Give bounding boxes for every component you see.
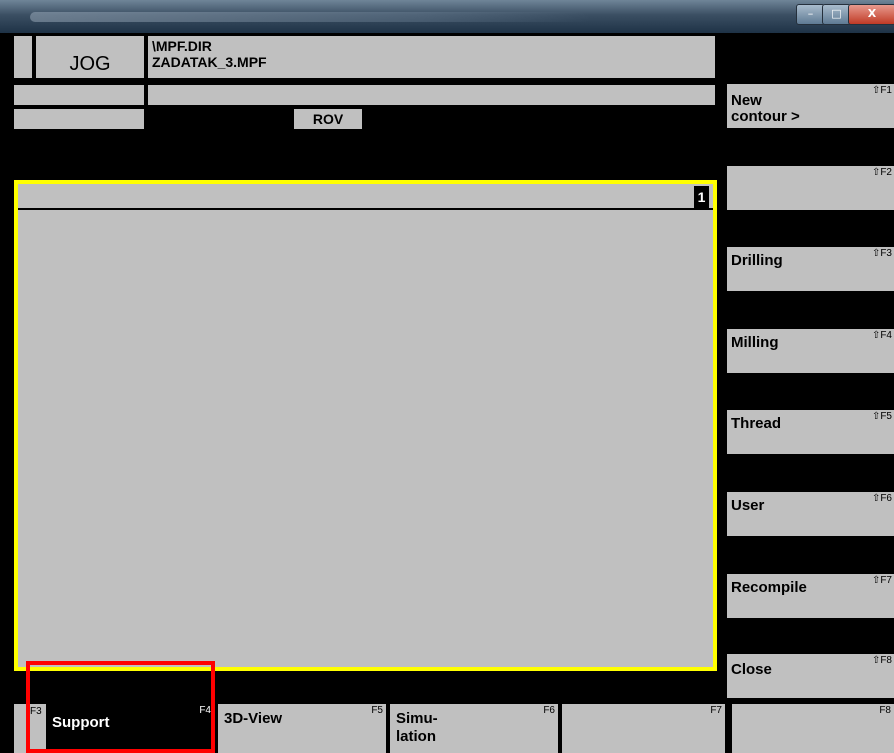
- softkey-f1-label: ⇧F1: [871, 85, 892, 96]
- program-name: ZADATAK_3.MPF: [152, 54, 267, 70]
- softkey-new-contour-line2: contour >: [731, 108, 800, 125]
- mode-display: JOG: [36, 36, 144, 78]
- bottom-softkey-f6-label: F6: [543, 705, 555, 716]
- softkey-f4-label: ⇧F4: [871, 330, 892, 341]
- softkey-thread-label: Thread: [731, 415, 782, 432]
- bottom-softkey-empty-f8[interactable]: F8: [732, 704, 894, 753]
- maximize-button[interactable]: □: [822, 4, 851, 25]
- softkey-empty-f2[interactable]: ⇧F2: [727, 166, 894, 210]
- close-button[interactable]: X: [848, 4, 894, 25]
- bottom-softkey-simulation-line1: Simu-: [396, 710, 438, 727]
- bottom-softkey-f5-label: F5: [371, 705, 383, 716]
- softkey-f6-label: ⇧F6: [871, 493, 892, 504]
- bottom-softkey-3d-view[interactable]: 3D-View F5: [218, 704, 386, 753]
- minimize-button[interactable]: –: [796, 4, 825, 25]
- softkey-f3-label: ⇧F3: [871, 248, 892, 259]
- bottom-softkey-f7-label: F7: [710, 705, 722, 716]
- window-title-bar: – □ X: [0, 0, 894, 33]
- window-title-blurred: [30, 12, 590, 22]
- status-line: [148, 85, 715, 105]
- softkey-milling[interactable]: ⇧F4 Milling: [727, 329, 894, 373]
- softkey-recompile[interactable]: ⇧F7 Recompile: [727, 574, 894, 618]
- program-path-panel: \MPF.DIR ZADATAK_3.MPF: [148, 36, 715, 78]
- softkey-new-contour-line1: New: [731, 92, 762, 109]
- softkey-milling-label: Milling: [731, 334, 779, 351]
- rov-indicator: ROV: [294, 109, 362, 129]
- program-directory: \MPF.DIR: [152, 38, 212, 54]
- softkey-f2-label: ⇧F2: [871, 167, 892, 178]
- status-cell-1: [14, 85, 144, 105]
- softkey-f7-label: ⇧F7: [871, 575, 892, 586]
- line-number-indicator: 1: [694, 186, 709, 208]
- softkey-close-label: Close: [731, 661, 772, 678]
- softkey-f8-label: ⇧F8: [871, 655, 892, 666]
- softkey-recompile-label: Recompile: [731, 579, 807, 596]
- softkey-drilling-label: Drilling: [731, 252, 783, 269]
- bottom-softkey-3d-view-label: 3D-View: [224, 710, 283, 727]
- status-cell-2: [14, 109, 144, 129]
- softkey-drilling[interactable]: ⇧F3 Drilling: [727, 247, 894, 291]
- softkey-close[interactable]: ⇧F8 Close: [727, 654, 894, 698]
- header-left-cell: [14, 36, 32, 78]
- bottom-softkey-empty-f7[interactable]: F7: [562, 704, 725, 753]
- editor-header-bar: 1: [18, 186, 713, 210]
- program-editor-panel[interactable]: 1: [14, 180, 717, 671]
- softkey-f5-label: ⇧F5: [871, 411, 892, 422]
- bottom-softkey-f8-label: F8: [879, 705, 891, 716]
- softkey-user-label: User: [731, 497, 765, 514]
- softkey-new-contour[interactable]: ⇧F1 New contour >: [727, 84, 894, 128]
- softkey-thread[interactable]: ⇧F5 Thread: [727, 410, 894, 454]
- bottom-softkey-simulation[interactable]: Simu- lation F6: [390, 704, 558, 753]
- bottom-softkey-simulation-line2: lation: [396, 728, 436, 745]
- support-highlight-frame: [26, 661, 215, 753]
- softkey-user[interactable]: ⇧F6 User: [727, 492, 894, 536]
